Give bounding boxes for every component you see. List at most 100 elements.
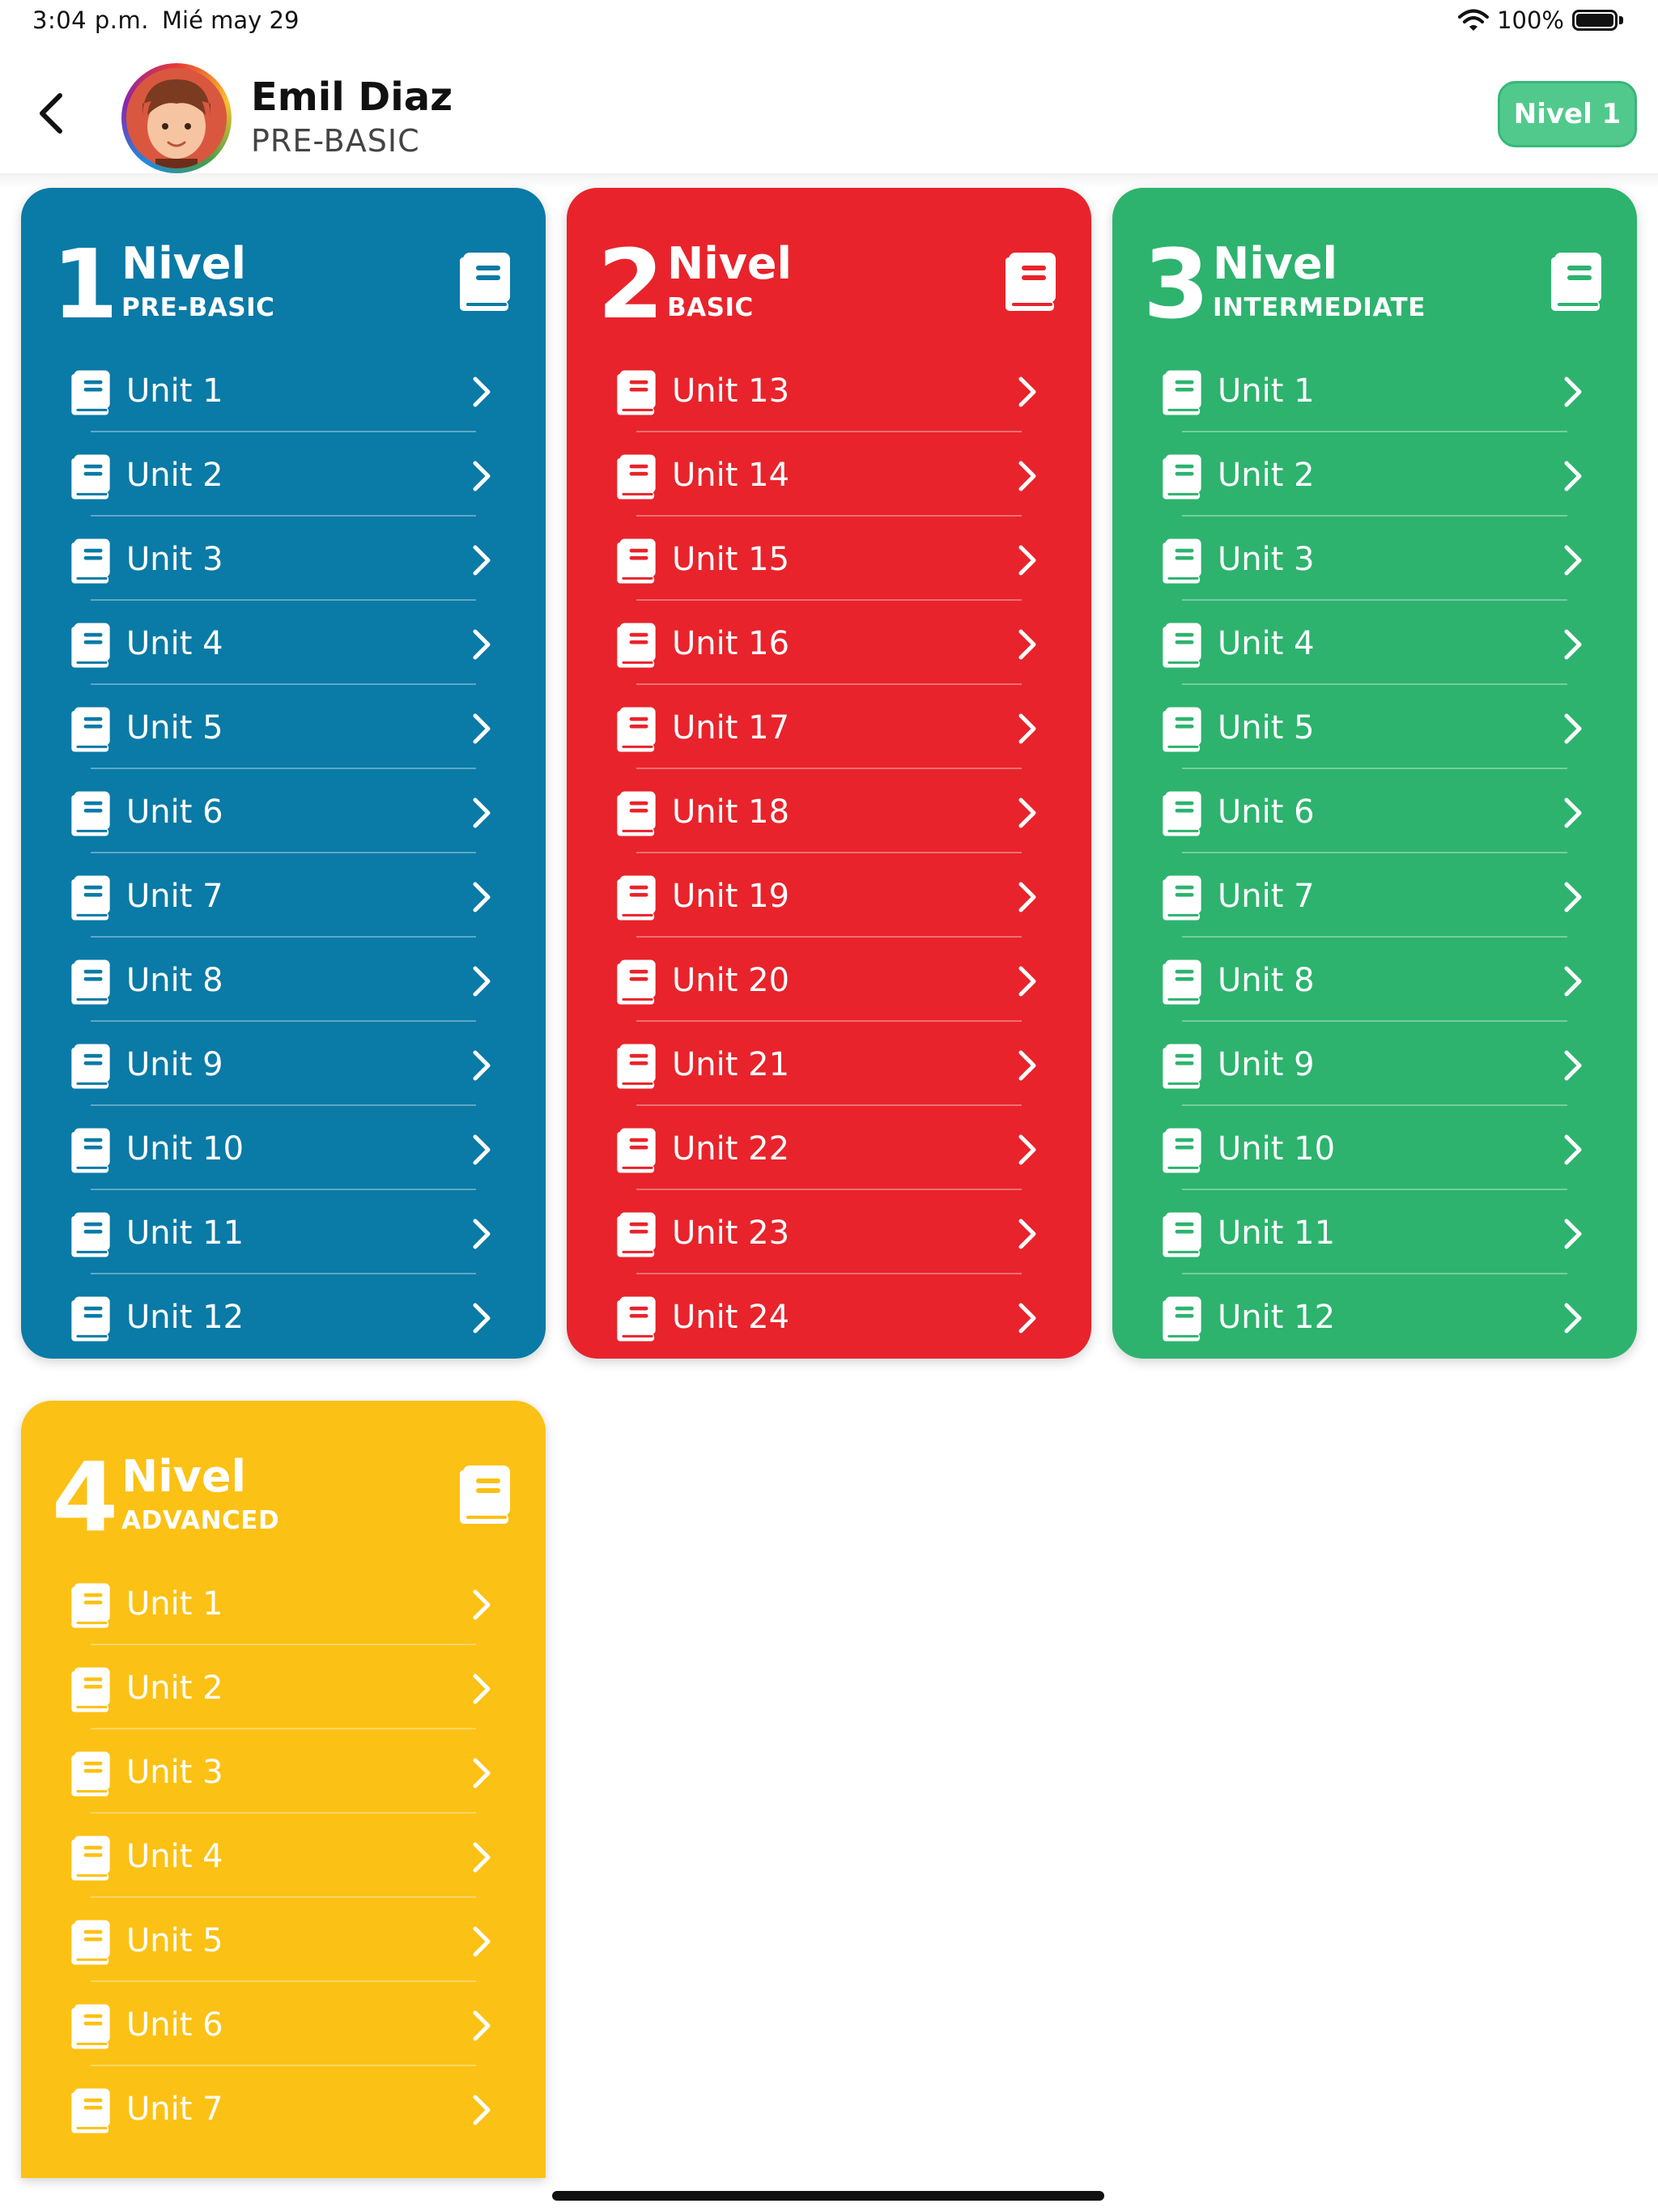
unit-item[interactable]: Unit 4 bbox=[1112, 601, 1637, 685]
unit-item[interactable]: Unit 18 bbox=[567, 769, 1091, 853]
unit-item[interactable]: Unit 11 bbox=[21, 1190, 546, 1274]
unit-label: Unit 16 bbox=[672, 625, 790, 662]
unit-item[interactable]: Unit 21 bbox=[567, 1022, 1091, 1106]
battery-icon bbox=[1572, 8, 1626, 32]
unit-label: Unit 18 bbox=[672, 793, 790, 831]
unit-list: Unit 1 Unit 2 Unit 3 Unit 4 Unit 5 Unit 6 Unit… bbox=[1112, 348, 1637, 1359]
unit-item[interactable]: Unit 10 bbox=[1112, 1106, 1637, 1190]
unit-label: Unit 21 bbox=[672, 1046, 790, 1083]
level-card-3: 3 Nivel INTERMEDIATE Unit 1 Unit 2 Unit 3 Unit… bbox=[1112, 188, 1637, 1359]
chevron-right-icon bbox=[1018, 1219, 1036, 1249]
unit-label: Unit 5 bbox=[1218, 709, 1315, 747]
card-header: 1 Nivel PRE-BASIC bbox=[21, 188, 546, 348]
chevron-right-icon bbox=[1018, 1134, 1036, 1165]
book-icon bbox=[1163, 1296, 1201, 1342]
chevron-right-icon bbox=[473, 1050, 491, 1081]
unit-item[interactable]: Unit 9 bbox=[1112, 1022, 1637, 1106]
unit-item[interactable]: Unit 19 bbox=[567, 853, 1091, 938]
unit-label: Unit 22 bbox=[672, 1130, 790, 1168]
level-number: 1 bbox=[52, 228, 119, 340]
chevron-right-icon bbox=[473, 376, 491, 407]
unit-item[interactable]: Unit 15 bbox=[567, 517, 1091, 601]
book-icon bbox=[71, 538, 110, 584]
unit-item[interactable]: Unit 2 bbox=[21, 432, 546, 517]
unit-item[interactable]: Unit 3 bbox=[1112, 517, 1637, 601]
unit-item[interactable]: Unit 6 bbox=[1112, 769, 1637, 853]
unit-item[interactable]: Unit 17 bbox=[567, 685, 1091, 769]
chevron-right-icon bbox=[473, 1303, 491, 1334]
unit-item[interactable]: Unit 9 bbox=[21, 1022, 546, 1106]
unit-item[interactable]: Unit 12 bbox=[21, 1274, 546, 1359]
unit-item[interactable]: Unit 6 bbox=[21, 1982, 546, 2066]
chevron-right-icon bbox=[473, 545, 491, 576]
book-icon bbox=[617, 1296, 656, 1342]
unit-item[interactable]: Unit 6 bbox=[21, 769, 546, 853]
unit-item[interactable]: Unit 23 bbox=[567, 1190, 1091, 1274]
unit-item[interactable]: Unit 3 bbox=[21, 1729, 546, 1814]
level-title: Nivel bbox=[121, 238, 247, 289]
level-subtitle: PRE-BASIC bbox=[121, 293, 275, 322]
chevron-right-icon bbox=[473, 1842, 491, 1873]
unit-item[interactable]: Unit 7 bbox=[21, 2066, 546, 2150]
unit-item[interactable]: Unit 2 bbox=[1112, 432, 1637, 517]
nivel-badge[interactable]: Nivel 1 bbox=[1498, 81, 1637, 147]
chevron-right-icon bbox=[1018, 376, 1036, 407]
unit-item[interactable]: Unit 3 bbox=[21, 517, 546, 601]
unit-item[interactable]: Unit 13 bbox=[567, 348, 1091, 432]
unit-item[interactable]: Unit 16 bbox=[567, 601, 1091, 685]
book-icon bbox=[1163, 1044, 1201, 1089]
level-number: 4 bbox=[52, 1441, 119, 1553]
unit-label: Unit 20 bbox=[672, 962, 790, 999]
book-icon bbox=[71, 454, 110, 500]
unit-item[interactable]: Unit 4 bbox=[21, 601, 546, 685]
unit-item[interactable]: Unit 7 bbox=[21, 853, 546, 938]
level-title: Nivel bbox=[1213, 238, 1338, 289]
level-subtitle: BASIC bbox=[667, 293, 754, 322]
card-header: 2 Nivel BASIC bbox=[567, 188, 1091, 348]
book-icon bbox=[71, 370, 110, 415]
unit-item[interactable]: Unit 14 bbox=[567, 432, 1091, 517]
level-title: Nivel bbox=[667, 238, 793, 289]
unit-item[interactable]: Unit 11 bbox=[1112, 1190, 1637, 1274]
header-shadow bbox=[0, 173, 1658, 188]
book-icon bbox=[1163, 623, 1201, 668]
book-icon bbox=[1163, 454, 1201, 500]
unit-item[interactable]: Unit 22 bbox=[567, 1106, 1091, 1190]
unit-item[interactable]: Unit 7 bbox=[1112, 853, 1637, 938]
unit-item[interactable]: Unit 12 bbox=[1112, 1274, 1637, 1359]
chevron-right-icon bbox=[473, 882, 491, 912]
chevron-right-icon bbox=[1564, 1050, 1582, 1081]
book-icon bbox=[1163, 538, 1201, 584]
book-icon bbox=[1163, 791, 1201, 836]
chevron-right-icon bbox=[1564, 1134, 1582, 1165]
unit-label: Unit 2 bbox=[126, 457, 223, 494]
unit-item[interactable]: Unit 8 bbox=[21, 938, 546, 1022]
book-icon bbox=[1163, 1128, 1201, 1173]
book-icon bbox=[617, 1128, 656, 1173]
unit-item[interactable]: Unit 20 bbox=[567, 938, 1091, 1022]
level-subtitle: ADVANCED bbox=[121, 1506, 280, 1535]
unit-item[interactable]: Unit 1 bbox=[1112, 348, 1637, 432]
unit-item[interactable]: Unit 10 bbox=[21, 1106, 546, 1190]
unit-item[interactable]: Unit 4 bbox=[21, 1814, 546, 1898]
book-icon bbox=[1163, 959, 1201, 1005]
chevron-left-icon[interactable] bbox=[31, 89, 71, 138]
chevron-right-icon bbox=[1564, 545, 1582, 576]
unit-item[interactable]: Unit 5 bbox=[21, 1898, 546, 1982]
chevron-right-icon bbox=[1564, 798, 1582, 828]
status-date: Mié may 29 bbox=[162, 6, 300, 34]
status-right: 100% bbox=[1458, 6, 1626, 34]
unit-item[interactable]: Unit 8 bbox=[1112, 938, 1637, 1022]
unit-item[interactable]: Unit 24 bbox=[567, 1274, 1091, 1359]
unit-item[interactable]: Unit 5 bbox=[1112, 685, 1637, 769]
chevron-right-icon bbox=[1564, 1219, 1582, 1249]
unit-item[interactable]: Unit 1 bbox=[21, 348, 546, 432]
unit-item[interactable]: Unit 1 bbox=[21, 1561, 546, 1645]
chevron-right-icon bbox=[473, 1926, 491, 1957]
unit-list: Unit 1 Unit 2 Unit 3 Unit 4 Unit 5 Unit 6 Unit… bbox=[21, 1561, 546, 2150]
unit-item[interactable]: Unit 5 bbox=[21, 685, 546, 769]
unit-label: Unit 12 bbox=[1218, 1299, 1336, 1336]
unit-item[interactable]: Unit 2 bbox=[21, 1645, 546, 1729]
book-icon bbox=[71, 875, 110, 921]
unit-label: Unit 4 bbox=[126, 1838, 223, 1875]
